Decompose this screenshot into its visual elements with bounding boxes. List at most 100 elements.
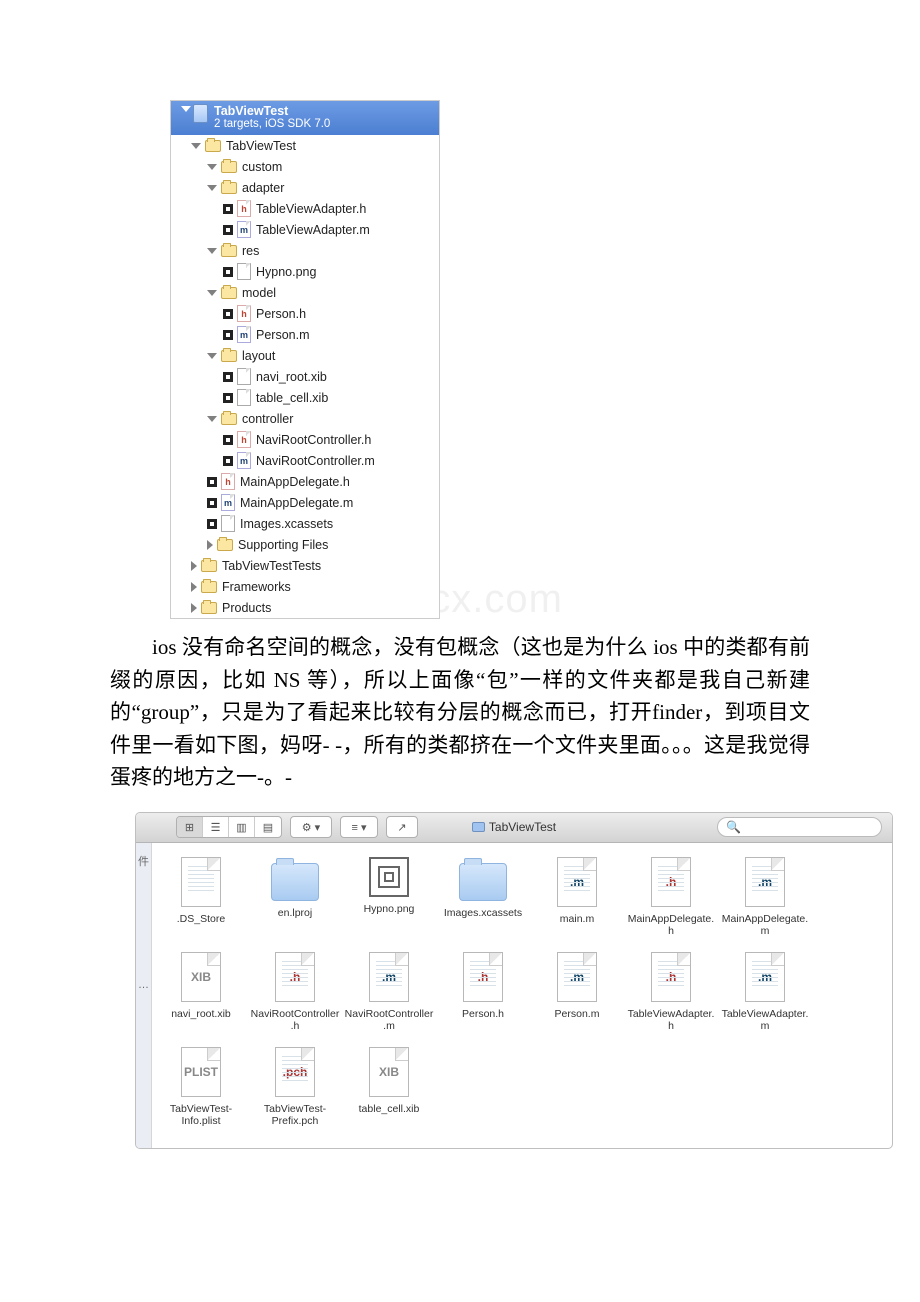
finder-item[interactable]: .hPerson.h <box>436 948 530 1043</box>
view-icons-button[interactable]: ⊞ <box>177 817 203 837</box>
finder-item[interactable]: .hTableViewAdapter.h <box>624 948 718 1043</box>
folder-icon <box>472 822 485 832</box>
tree-row[interactable]: m MainAppDelegate.m <box>171 492 439 513</box>
disclosure-triangle-icon[interactable] <box>191 582 197 592</box>
action-button[interactable]: ⚙ ▾ <box>290 816 332 838</box>
file-icon: XIB <box>369 1047 409 1097</box>
disclosure-triangle-icon[interactable] <box>191 143 201 149</box>
tree-row[interactable]: hTableViewAdapter.h <box>171 198 439 219</box>
file-icon: .m <box>557 952 597 1002</box>
tree-item-label: adapter <box>242 181 284 195</box>
finder-item[interactable]: .mTableViewAdapter.m <box>718 948 812 1043</box>
tree-item-label: navi_root.xib <box>256 370 327 384</box>
tree-row[interactable]: Products <box>171 597 439 618</box>
tree-row[interactable]: adapter <box>171 177 439 198</box>
disclosure-triangle-icon[interactable] <box>207 248 217 254</box>
tree-row[interactable]: layout <box>171 345 439 366</box>
folder-icon <box>271 863 319 901</box>
tree-item-label: Frameworks <box>222 580 291 594</box>
view-columns-button[interactable]: ▥ <box>229 817 255 837</box>
tree-row[interactable]: hPerson.h <box>171 303 439 324</box>
tree-row[interactable]: TabViewTestTests <box>171 555 439 576</box>
finder-toolbar: ⊞ ☰ ▥ ▤ ⚙ ▾ ≡ ▾ ↗ TabViewTest 🔍 <box>136 813 892 843</box>
tree-row[interactable]: mNaviRootController.m <box>171 450 439 471</box>
folder-icon <box>221 245 237 257</box>
tree-row[interactable]: mPerson.m <box>171 324 439 345</box>
disclosure-triangle-icon <box>207 498 217 508</box>
file-icon: .h <box>651 857 691 907</box>
xcode-tree: TabViewTestcustom adapter hTableViewAdapte… <box>171 135 439 618</box>
tree-row[interactable]: TabViewTest <box>171 135 439 156</box>
file-label: NaviRootController.h <box>250 1008 340 1033</box>
finder-item[interactable]: PLISTTabViewTest-Info.plist <box>154 1043 248 1138</box>
folder-icon <box>201 581 217 593</box>
xcode-navigator: TabViewTest 2 targets, iOS SDK 7.0 TabVi… <box>170 100 440 619</box>
file-label: navi_root.xib <box>171 1008 231 1021</box>
disclosure-triangle-icon[interactable] <box>207 353 217 359</box>
finder-item[interactable]: Hypno.png <box>342 853 436 948</box>
xcode-project-header[interactable]: TabViewTest 2 targets, iOS SDK 7.0 <box>171 101 439 135</box>
disclosure-triangle-icon[interactable] <box>207 290 217 296</box>
tree-item-label: TabViewTestTests <box>222 559 321 573</box>
tree-row[interactable]: controller <box>171 408 439 429</box>
file-icon: .m <box>557 857 597 907</box>
disclosure-triangle-icon[interactable] <box>191 603 197 613</box>
finder-item[interactable]: XIBtable_cell.xib <box>342 1043 436 1138</box>
tree-row[interactable]: Hypno.png <box>171 261 439 282</box>
file-label: Images.xcassets <box>444 907 522 920</box>
file-label: main.m <box>560 913 594 926</box>
m-file-icon: m <box>221 494 235 511</box>
folder-icon <box>201 560 217 572</box>
m-file-icon: m <box>237 221 251 238</box>
finder-item[interactable]: .mMainAppDelegate.m <box>718 853 812 948</box>
finder-item[interactable]: .DS_Store <box>154 853 248 948</box>
disclosure-triangle-icon[interactable] <box>191 561 197 571</box>
finder-item[interactable]: .pchTabViewTest-Prefix.pch <box>248 1043 342 1138</box>
tree-row[interactable]: mTableViewAdapter.m <box>171 219 439 240</box>
finder-item[interactable]: .m NaviRootController.m <box>342 948 436 1043</box>
view-list-button[interactable]: ☰ <box>203 817 229 837</box>
disclosure-triangle-icon[interactable] <box>207 416 217 422</box>
search-icon: 🔍 <box>726 820 741 834</box>
disclosure-triangle-icon[interactable] <box>207 185 217 191</box>
view-coverflow-button[interactable]: ▤ <box>255 817 281 837</box>
file-icon: PLIST <box>181 1047 221 1097</box>
tree-item-label: model <box>242 286 276 300</box>
tree-row[interactable]: hNaviRootController.h <box>171 429 439 450</box>
file-icon: .m <box>369 952 409 1002</box>
tree-row[interactable]: model <box>171 282 439 303</box>
disclosure-triangle-icon[interactable] <box>207 164 217 170</box>
tree-row[interactable]: Images.xcassets <box>171 513 439 534</box>
disclosure-triangle-icon <box>223 330 233 340</box>
finder-item[interactable]: XIBnavi_root.xib <box>154 948 248 1043</box>
tree-item-label: res <box>242 244 259 258</box>
arrange-button[interactable]: ≡ ▾ <box>340 816 378 838</box>
tree-row[interactable]: table_cell.xib <box>171 387 439 408</box>
disclosure-triangle-icon[interactable] <box>181 106 191 112</box>
tree-item-label: MainAppDelegate.m <box>240 496 353 510</box>
folder-icon <box>221 161 237 173</box>
finder-search[interactable]: 🔍 <box>717 817 882 837</box>
tree-row[interactable]: hMainAppDelegate.h <box>171 471 439 492</box>
view-mode-buttons[interactable]: ⊞ ☰ ▥ ▤ <box>176 816 282 838</box>
tree-row[interactable]: custom <box>171 156 439 177</box>
tree-row[interactable]: Supporting Files <box>171 534 439 555</box>
finder-item[interactable]: .hNaviRootController.h <box>248 948 342 1043</box>
share-button[interactable]: ↗ <box>386 816 418 838</box>
finder-item[interactable]: .hMainAppDelegate.h <box>624 853 718 948</box>
file-label: TableViewAdapter.m <box>720 1008 810 1033</box>
finder-item[interactable]: Images.xcassets <box>436 853 530 948</box>
finder-item[interactable]: .mPerson.m <box>530 948 624 1043</box>
finder-item[interactable]: .m main.m <box>530 853 624 948</box>
finder-item[interactable]: en.lproj <box>248 853 342 948</box>
project-subtitle: 2 targets, iOS SDK 7.0 <box>214 118 330 130</box>
m-file-icon: m <box>237 326 251 343</box>
h-file-icon: h <box>237 200 251 217</box>
disclosure-triangle-icon <box>223 372 233 382</box>
file-label: NaviRootController.m <box>344 1008 434 1033</box>
disclosure-triangle-icon[interactable] <box>207 540 213 550</box>
tree-row[interactable]: navi_root.xib <box>171 366 439 387</box>
tree-row[interactable]: res <box>171 240 439 261</box>
tree-row[interactable]: Frameworks <box>171 576 439 597</box>
file-label: MainAppDelegate.m <box>720 913 810 938</box>
